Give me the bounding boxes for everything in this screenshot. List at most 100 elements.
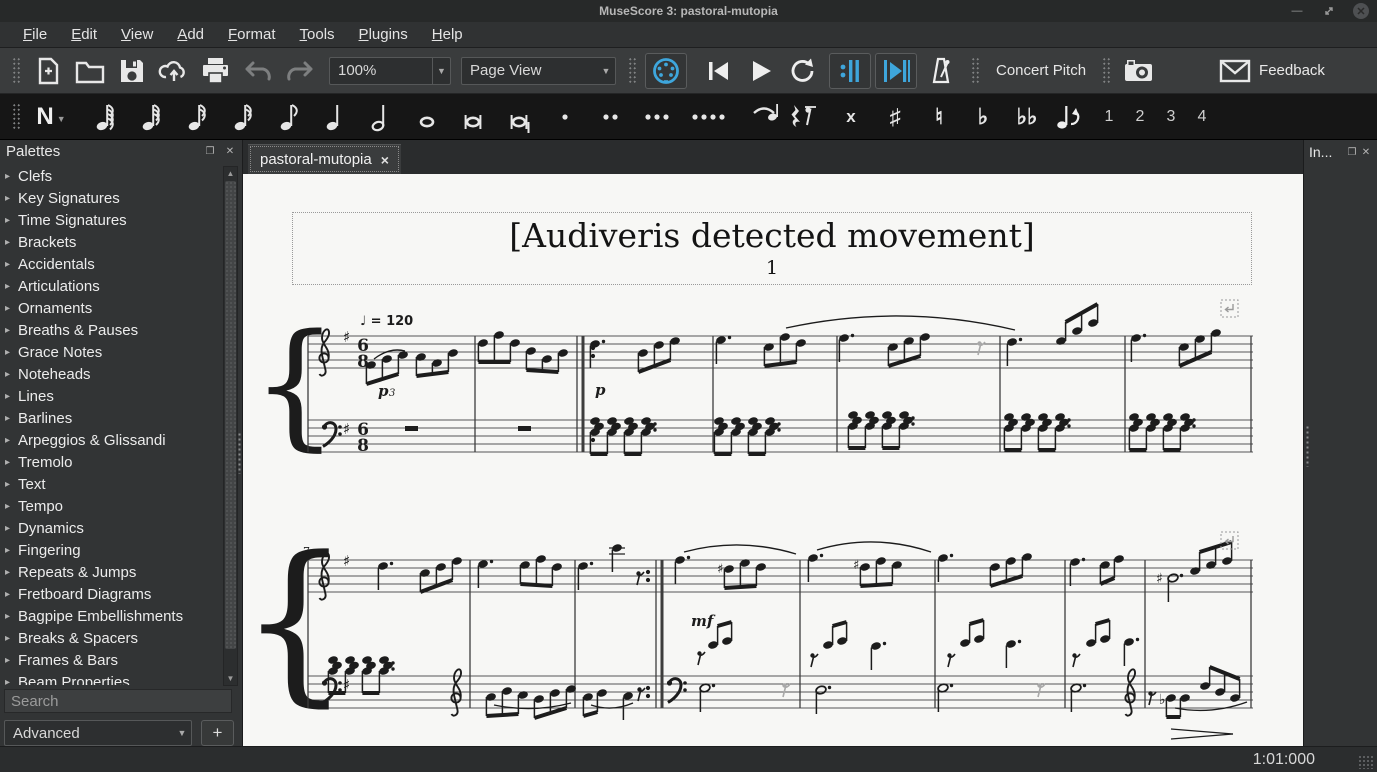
expand-arrow-icon[interactable]: ▸ bbox=[5, 391, 18, 402]
metronome-button[interactable] bbox=[919, 52, 961, 90]
palette-item-barlines[interactable]: ▸ Barlines bbox=[0, 408, 242, 430]
expand-arrow-icon[interactable]: ▸ bbox=[5, 589, 18, 600]
score-tab[interactable]: pastoral-mutopia × bbox=[248, 144, 401, 174]
quadruple-dot-button[interactable] bbox=[690, 98, 734, 136]
add-workspace-button[interactable]: + bbox=[201, 720, 234, 747]
open-file-button[interactable] bbox=[69, 52, 111, 90]
chevron-down-icon[interactable]: ▼ bbox=[57, 114, 66, 124]
menu-tools[interactable]: Tools bbox=[289, 23, 346, 46]
menu-help[interactable]: Help bbox=[421, 23, 474, 46]
expand-arrow-icon[interactable]: ▸ bbox=[5, 523, 18, 534]
toolbar-drag-handle[interactable] bbox=[12, 56, 21, 85]
voice-4-button[interactable]: 4 bbox=[1189, 98, 1215, 136]
rewind-button[interactable] bbox=[697, 52, 739, 90]
menu-add[interactable]: Add bbox=[166, 23, 215, 46]
expand-arrow-icon[interactable]: ▸ bbox=[5, 347, 18, 358]
expand-arrow-icon[interactable]: ▸ bbox=[5, 457, 18, 468]
play-repeats-toggle[interactable] bbox=[829, 52, 871, 89]
new-score-button[interactable] bbox=[27, 52, 69, 90]
minimize-button[interactable]: — bbox=[1289, 3, 1305, 19]
natural-button[interactable]: ♮ bbox=[922, 98, 956, 136]
panel-splitter-handle[interactable] bbox=[1305, 425, 1311, 467]
expand-arrow-icon[interactable]: ▸ bbox=[5, 215, 18, 226]
rest-button[interactable] bbox=[786, 98, 822, 136]
palette-scrollbar[interactable]: ▲ ▼ bbox=[223, 166, 238, 686]
voice-3-button[interactable]: 3 bbox=[1158, 98, 1184, 136]
voice-1-button[interactable]: 1 bbox=[1096, 98, 1122, 136]
expand-arrow-icon[interactable]: ▸ bbox=[5, 545, 18, 556]
save-online-button[interactable] bbox=[153, 52, 195, 90]
toolbar-drag-handle[interactable] bbox=[971, 56, 980, 85]
expand-arrow-icon[interactable]: ▸ bbox=[5, 435, 18, 446]
feedback-button[interactable]: Feedback bbox=[1219, 59, 1325, 83]
float-panel-icon[interactable]: ❐ bbox=[1346, 147, 1358, 158]
menu-plugins[interactable]: Plugins bbox=[348, 23, 419, 46]
view-mode-combo[interactable]: Page View ▼ bbox=[461, 56, 616, 85]
workspace-combo[interactable]: Advanced ▼ bbox=[4, 720, 192, 747]
note-input-mode-button[interactable]: N ▼ bbox=[27, 98, 77, 136]
menu-view[interactable]: View bbox=[110, 23, 164, 46]
flip-direction-button[interactable] bbox=[1052, 98, 1086, 136]
note-half-button[interactable] bbox=[365, 98, 399, 136]
expand-arrow-icon[interactable]: ▸ bbox=[5, 611, 18, 622]
palette-item-bagpipe-embellishments[interactable]: ▸ Bagpipe Embellishments bbox=[0, 606, 242, 628]
palette-item-frames-bars[interactable]: ▸ Frames & Bars bbox=[0, 650, 242, 672]
palette-item-tremolo[interactable]: ▸ Tremolo bbox=[0, 452, 242, 474]
expand-arrow-icon[interactable]: ▸ bbox=[5, 325, 18, 336]
expand-arrow-icon[interactable]: ▸ bbox=[5, 303, 18, 314]
loop-playback-button[interactable] bbox=[781, 52, 823, 90]
note-16th-button[interactable] bbox=[227, 98, 261, 136]
note-whole-button[interactable] bbox=[411, 98, 445, 136]
expand-arrow-icon[interactable]: ▸ bbox=[5, 633, 18, 644]
score-view[interactable]: [Audiveris detected movement] 1 {♯ ♯ 6 8 6 8 ♩… bbox=[243, 174, 1303, 746]
expand-arrow-icon[interactable]: ▸ bbox=[5, 501, 18, 512]
scroll-up-icon[interactable]: ▲ bbox=[224, 167, 237, 180]
maximize-button[interactable] bbox=[1321, 3, 1337, 19]
double-flat-button[interactable]: ♭♭ bbox=[1010, 98, 1044, 136]
palette-item-brackets[interactable]: ▸ Brackets bbox=[0, 232, 242, 254]
image-capture-button[interactable] bbox=[1117, 52, 1159, 90]
palette-item-clefs[interactable]: ▸ Clefs bbox=[0, 166, 242, 188]
palette-item-breaths-pauses[interactable]: ▸ Breaths & Pauses bbox=[0, 320, 242, 342]
scroll-down-icon[interactable]: ▼ bbox=[224, 672, 237, 685]
palette-item-noteheads[interactable]: ▸ Noteheads bbox=[0, 364, 242, 386]
palette-item-text[interactable]: ▸ Text bbox=[0, 474, 242, 496]
palette-item-dynamics[interactable]: ▸ Dynamics bbox=[0, 518, 242, 540]
concert-pitch-toggle[interactable]: Concert Pitch bbox=[986, 62, 1096, 79]
triple-dot-button[interactable] bbox=[643, 98, 678, 136]
play-button[interactable] bbox=[739, 52, 781, 90]
note-128th-button[interactable] bbox=[89, 98, 123, 136]
tab-close-icon[interactable]: × bbox=[381, 152, 389, 168]
augmentation-dot-button[interactable] bbox=[551, 98, 585, 136]
note-32nd-button[interactable] bbox=[181, 98, 215, 136]
menu-file[interactable]: File bbox=[12, 23, 58, 46]
close-panel-icon[interactable]: ✕ bbox=[224, 146, 236, 157]
menu-edit[interactable]: Edit bbox=[60, 23, 108, 46]
chevron-down-icon[interactable]: ▼ bbox=[173, 721, 191, 745]
palette-item-accidentals[interactable]: ▸ Accidentals bbox=[0, 254, 242, 276]
palette-item-beam-properties[interactable]: ▸ Beam Properties bbox=[0, 672, 242, 685]
menu-format[interactable]: Format bbox=[217, 23, 287, 46]
palette-item-ornaments[interactable]: ▸ Ornaments bbox=[0, 298, 242, 320]
palette-item-repeats-jumps[interactable]: ▸ Repeats & Jumps bbox=[0, 562, 242, 584]
palette-item-time-signatures[interactable]: ▸ Time Signatures bbox=[0, 210, 242, 232]
note-longa-button[interactable] bbox=[503, 98, 537, 136]
expand-arrow-icon[interactable]: ▸ bbox=[5, 479, 18, 490]
toolbar-drag-handle[interactable] bbox=[1102, 56, 1112, 85]
note-eighth-button[interactable] bbox=[273, 98, 307, 136]
palette-item-lines[interactable]: ▸ Lines bbox=[0, 386, 242, 408]
toolbar-drag-handle[interactable] bbox=[12, 102, 21, 131]
note-quarter-button[interactable] bbox=[319, 98, 353, 136]
pan-score-toggle[interactable] bbox=[875, 52, 917, 89]
zoom-combo[interactable]: 100% ▼ bbox=[329, 56, 451, 85]
expand-arrow-icon[interactable]: ▸ bbox=[5, 281, 18, 292]
note-64th-button[interactable] bbox=[135, 98, 169, 136]
chevron-down-icon[interactable]: ▼ bbox=[597, 58, 615, 84]
expand-arrow-icon[interactable]: ▸ bbox=[5, 677, 18, 685]
palette-item-breaks-spacers[interactable]: ▸ Breaks & Spacers bbox=[0, 628, 242, 650]
close-button[interactable]: ✕ bbox=[1353, 3, 1369, 19]
expand-arrow-icon[interactable]: ▸ bbox=[5, 567, 18, 578]
window-resize-grip[interactable] bbox=[1358, 755, 1374, 769]
palette-item-key-signatures[interactable]: ▸ Key Signatures bbox=[0, 188, 242, 210]
redo-button[interactable] bbox=[279, 52, 321, 90]
